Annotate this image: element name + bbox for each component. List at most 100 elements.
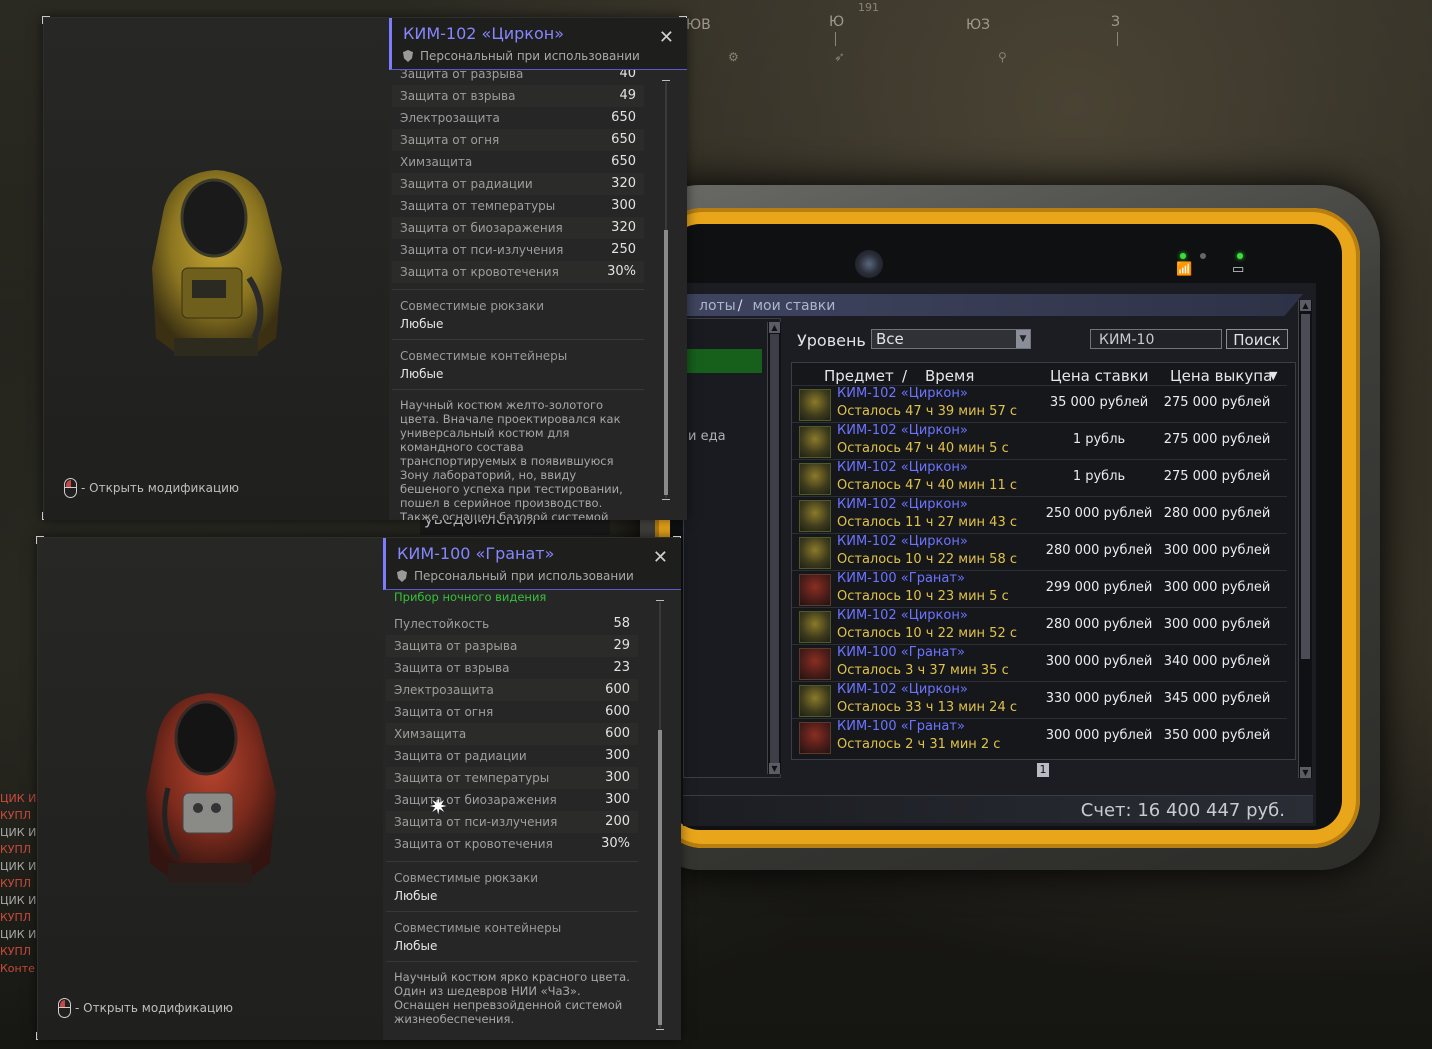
compatible-containers: Совместимые контейнеры Любые: [386, 911, 638, 961]
item-stats: Пулестойкость 58 Защита от разрыва 29 Защита…: [386, 613, 641, 1040]
item-name[interactable]: КИМ-100 «Гранат»: [837, 645, 965, 660]
level-select-value: Все: [876, 330, 904, 348]
stat-row: Химзащита 650: [392, 151, 644, 173]
scroll-thumb[interactable]: [770, 334, 779, 764]
item-name[interactable]: КИМ-100 «Гранат»: [837, 719, 965, 734]
stat-value: 300: [611, 198, 636, 213]
col-time[interactable]: Время: [925, 367, 974, 385]
chat-line: КУПЛ: [0, 877, 32, 890]
col-bid[interactable]: Цена ставки: [1050, 367, 1148, 385]
item-name[interactable]: КИМ-102 «Циркон»: [837, 608, 968, 623]
close-icon[interactable]: ✕: [659, 27, 674, 48]
shield-icon: [397, 570, 407, 582]
item-name[interactable]: КИМ-102 «Циркон»: [837, 497, 968, 512]
compass-label-w: З: [1111, 14, 1120, 30]
item-thumbnail: [799, 537, 831, 569]
time-left: Осталось 47 ч 40 мин 5 с: [837, 441, 1009, 456]
table-row[interactable]: КИМ-100 «Гранат» Осталось 10 ч 23 мин 5 с…: [792, 570, 1287, 607]
stat-value: 650: [611, 154, 636, 169]
compass-label-se: ЮВ: [686, 17, 711, 33]
scroll-down-icon[interactable]: ▼: [769, 763, 780, 774]
chat-line: КУПЛ: [0, 809, 32, 822]
section-value: Любые: [394, 939, 438, 953]
stat-value: 29: [613, 638, 630, 653]
table-row[interactable]: КИМ-102 «Циркон» Осталось 10 ч 22 мин 52 …: [792, 607, 1287, 644]
page-number[interactable]: 1: [1037, 763, 1049, 777]
close-icon[interactable]: ✕: [653, 547, 668, 568]
stat-value: 300: [605, 770, 630, 785]
search-input[interactable]: КИМ-10: [1090, 329, 1222, 349]
compatible-backpacks: Совместимые рюкзаки Любые: [392, 289, 644, 339]
compass-label-sw: ЮЗ: [966, 17, 991, 33]
scroll-thumb[interactable]: [1301, 314, 1310, 659]
table-row[interactable]: КИМ-102 «Циркон» Осталось 33 ч 13 мин 24 …: [792, 681, 1287, 718]
compass-degree: 191: [858, 1, 879, 14]
panel-header: КИМ-102 «Циркон» Персональный при исполь…: [389, 18, 687, 70]
open-mod-label: - Открыть модификацию: [81, 481, 240, 495]
tab-my-bids[interactable]: мои ставки: [744, 298, 835, 314]
table-row[interactable]: КИМ-100 «Гранат» Осталось 3 ч 37 мин 35 с…: [792, 644, 1287, 681]
col-item[interactable]: Предмет: [824, 367, 894, 385]
panel-scrollbar[interactable]: [662, 80, 670, 500]
category-item-food[interactable]: и еда: [688, 429, 726, 444]
stat-label: Химзащита: [400, 155, 473, 169]
stat-label: Защита от разрыва: [400, 70, 524, 81]
open-mod-hint[interactable]: - Открыть модификацию: [64, 478, 239, 498]
bid-price: 35 000 рублей: [1049, 395, 1149, 410]
time-left: Осталось 10 ч 22 мин 58 с: [837, 552, 1017, 567]
category-selected[interactable]: [684, 349, 762, 373]
stat-row: Защита от взрыва 49: [392, 85, 644, 107]
scroll-up-icon[interactable]: ▲: [769, 322, 780, 333]
item-thumbnail: [799, 574, 831, 606]
stat-value: 23: [613, 660, 630, 675]
tab-lots[interactable]: лоты: [691, 298, 736, 314]
stat-label: Электрозащита: [400, 111, 500, 125]
item-name[interactable]: КИМ-100 «Гранат»: [837, 571, 965, 586]
buyout-price: 280 000 рублей: [1163, 506, 1271, 521]
sort-desc-icon[interactable]: ▼: [1269, 369, 1277, 382]
stat-label: Защита от температуры: [400, 199, 556, 213]
item-name[interactable]: КИМ-102 «Циркон»: [837, 423, 968, 438]
bid-price: 299 000 рублей: [1045, 580, 1153, 595]
open-mod-hint[interactable]: - Открыть модификацию: [58, 998, 233, 1018]
game-scene: 191 ЮВ Ю ЮЗ З ⚙ ➶ ⚲ ЦИК И КУПЛ ЦИК И КУПЛ ЦИ…: [0, 0, 1432, 1049]
table-row[interactable]: КИМ-102 «Циркон» Осталось 10 ч 22 мин 58 …: [792, 533, 1287, 570]
scroll-down-icon[interactable]: ▼: [1300, 767, 1311, 778]
table-scrollbar[interactable]: ▲ ▼: [1298, 300, 1312, 778]
table-row[interactable]: КИМ-102 «Циркон» Осталось 47 ч 39 мин 57 …: [792, 385, 1287, 422]
search-button[interactable]: Поиск: [1226, 329, 1288, 349]
dropdown-arrow-icon[interactable]: ▼: [1016, 330, 1030, 348]
table-row[interactable]: КИМ-100 «Гранат» Осталось 2 ч 31 мин 2 с 3…: [792, 718, 1287, 755]
compass-arrow-icon: ➶: [834, 50, 845, 65]
item-name[interactable]: КИМ-102 «Циркон»: [837, 386, 968, 401]
bid-price: 280 000 рублей: [1045, 543, 1153, 558]
battery-icon: ▭: [1232, 262, 1245, 277]
item-title: КИМ-100 «Гранат»: [397, 544, 555, 563]
item-name[interactable]: КИМ-102 «Циркон»: [837, 534, 968, 549]
stat-row: Защита от разрыва 29: [386, 635, 638, 657]
stat-row: Пулестойкость 58: [386, 613, 638, 635]
stat-label: Защита от кровотечения: [394, 837, 553, 851]
section-label: Совместимые контейнеры: [400, 349, 568, 363]
scroll-up-icon[interactable]: ▲: [1300, 300, 1311, 311]
category-scrollbar[interactable]: ▲ ▼: [767, 322, 781, 774]
stat-label: Защита от пси-излучения: [400, 243, 564, 257]
status-led: [1237, 253, 1243, 259]
chat-line: КУПЛ: [0, 911, 32, 924]
open-mod-label: - Открыть модификацию: [75, 1001, 234, 1015]
stat-row: Электрозащита 650: [392, 107, 644, 129]
feature-night-vision: Прибор ночного видения: [394, 590, 547, 604]
level-select[interactable]: Все ▼: [871, 329, 1031, 349]
bid-price: 330 000 рублей: [1045, 691, 1153, 706]
stat-value: 600: [605, 682, 630, 697]
time-left: Осталось 47 ч 39 мин 57 с: [837, 404, 1017, 419]
time-left: Осталось 47 ч 40 мин 11 с: [837, 478, 1017, 493]
panel-scrollbar[interactable]: [656, 600, 664, 1030]
table-row[interactable]: КИМ-102 «Циркон» Осталось 11 ч 27 мин 43 …: [792, 496, 1287, 533]
mouse-icon: [64, 478, 77, 498]
table-row[interactable]: КИМ-102 «Циркон» Осталось 47 ч 40 мин 11 …: [792, 459, 1287, 496]
table-row[interactable]: КИМ-102 «Циркон» Осталось 47 ч 40 мин 5 с…: [792, 422, 1287, 459]
item-name[interactable]: КИМ-102 «Циркон»: [837, 460, 968, 475]
item-name[interactable]: КИМ-102 «Циркон»: [837, 682, 968, 697]
col-buyout[interactable]: Цена выкупа: [1170, 367, 1272, 385]
